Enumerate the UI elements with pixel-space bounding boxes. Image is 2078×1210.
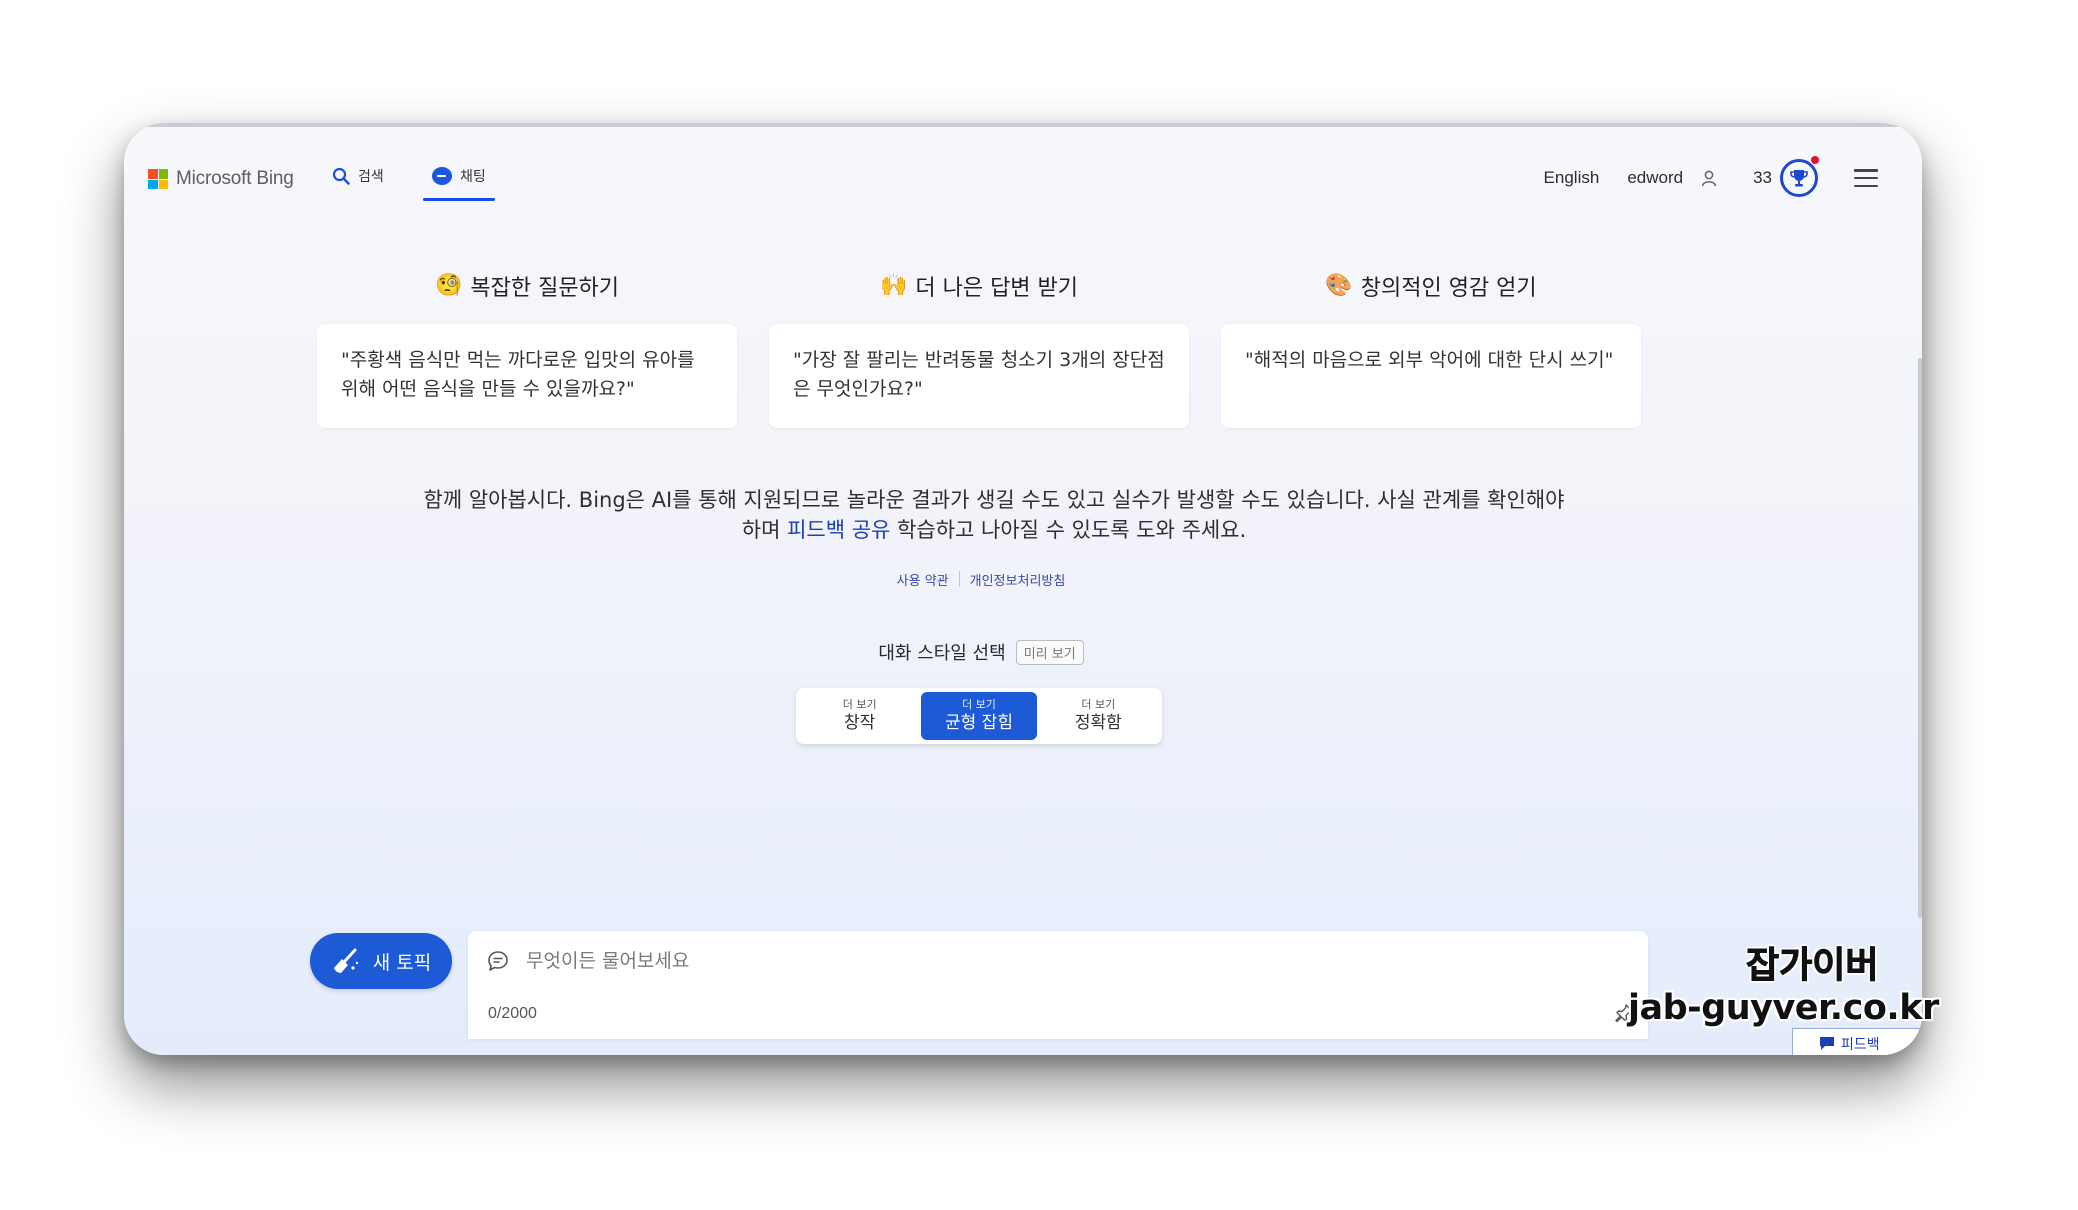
feature-title-text: 복잡한 질문하기 <box>470 276 620 301</box>
rewards-points[interactable]: 33 <box>1753 168 1772 188</box>
policy-links: 사용 약관 개인정보처리방침 <box>124 570 1838 589</box>
feature-creative-inspiration: 🎨 창의적인 영감 얻기 "해적의 마음으로 외부 악어에 대한 단시 쓰기" <box>1221 268 1641 428</box>
watermark-title: 잡가이버 <box>1745 945 1879 987</box>
feedback-label: 피드백 <box>1841 1036 1880 1053</box>
disclaimer-line-1: 함께 알아봅시다. Bing은 AI를 통해 지원되므로 놀라운 결과가 생길 … <box>423 488 1565 512</box>
disclaimer-line-2: 하며 피드백 공유 학습하고 나아질 수 있도록 도와 주세요. <box>344 515 1644 545</box>
active-tab-indicator <box>423 198 495 201</box>
feature-title: 🧐 복잡한 질문하기 <box>317 268 737 304</box>
header-right: English edword 33 <box>1544 156 1878 197</box>
bing-logo[interactable]: Microsoft Bing <box>148 168 294 190</box>
hamburger-menu-icon[interactable] <box>1854 169 1878 187</box>
chat-input[interactable] <box>524 945 1608 977</box>
new-topic-label: 새 토픽 <box>372 951 432 974</box>
preview-badge: 미리 보기 <box>1015 639 1084 665</box>
chat-input-box: 0/2000 <box>468 931 1648 1039</box>
feedback-icon <box>1820 1037 1834 1050</box>
scrollbar[interactable] <box>1918 358 1922 918</box>
monocle-face-icon: 🧐 <box>434 273 463 298</box>
raised-hands-icon: 🙌 <box>879 273 908 298</box>
style-option-balanced[interactable]: 더 보기 균형 잡힘 <box>921 692 1037 740</box>
feedback-tab[interactable]: 피드백 <box>1792 1028 1922 1055</box>
user-icon <box>1701 170 1717 187</box>
watermark-url: jab-guyver.co.kr <box>1628 988 1939 1028</box>
avatar[interactable] <box>1693 162 1725 194</box>
disclaimer-line-2-post: 학습하고 나아질 수 있도록 도와 주세요. <box>890 518 1247 542</box>
language-link[interactable]: English <box>1544 168 1600 188</box>
notification-dot <box>1811 156 1819 164</box>
ai-disclaimer: 함께 알아봅시다. Bing은 AI를 통해 지원되므로 놀라운 결과가 생길 … <box>344 485 1644 545</box>
style-option-sub: 더 보기 <box>962 698 996 711</box>
style-option-creative[interactable]: 더 보기 창작 <box>802 692 917 740</box>
feature-title: 🎨 창의적인 영감 얻기 <box>1221 268 1641 304</box>
disclaimer-line-2-pre: 하며 <box>741 518 788 542</box>
logo-text: Microsoft Bing <box>176 168 294 189</box>
search-icon <box>332 167 350 185</box>
feature-complex-questions: 🧐 복잡한 질문하기 "주황색 음식만 먹는 까다로운 입맛의 유아를 위해 어… <box>317 268 737 428</box>
share-feedback-link[interactable]: 피드백 공유 <box>787 518 890 542</box>
example-prompt-card[interactable]: "해적의 마음으로 외부 악어에 대한 단시 쓰기" <box>1221 324 1641 428</box>
style-option-label: 정확함 <box>1074 713 1122 733</box>
feature-better-answers: 🙌 더 나은 답변 받기 "가장 잘 팔리는 반려동물 청소기 3개의 장단점은… <box>769 268 1189 428</box>
style-option-precise[interactable]: 더 보기 정확함 <box>1041 692 1156 740</box>
style-option-sub: 더 보기 <box>1081 698 1116 711</box>
character-counter: 0/2000 <box>488 1005 537 1022</box>
conversation-style-header: 대화 스타일 선택 미리 보기 <box>124 639 1838 665</box>
feature-title: 🙌 더 나은 답변 받기 <box>769 268 1189 304</box>
style-option-sub: 더 보기 <box>842 698 877 711</box>
new-topic-button[interactable]: 새 토픽 <box>310 933 452 989</box>
style-option-label: 창작 <box>844 713 876 733</box>
tab-search-label: 검색 <box>358 169 384 185</box>
chat-bubble-outline-icon <box>488 951 508 971</box>
privacy-policy-link[interactable]: 개인정보처리방침 <box>960 570 1076 589</box>
conversation-style-label: 대화 스타일 선택 <box>878 643 1006 664</box>
trophy-icon <box>1790 170 1808 187</box>
feature-title-text: 창의적인 영감 얻기 <box>1360 276 1537 301</box>
example-prompt-card[interactable]: "가장 잘 팔리는 반려동물 청소기 3개의 장단점은 무엇인가요?" <box>769 324 1189 428</box>
feature-title-text: 더 나은 답변 받기 <box>915 276 1079 301</box>
chat-icon <box>432 167 452 185</box>
tab-chat[interactable]: 채팅 <box>432 166 486 186</box>
style-option-label: 균형 잡힘 <box>945 713 1013 733</box>
rewards-trophy-icon[interactable] <box>1780 156 1819 197</box>
conversation-style-picker: 더 보기 창작 더 보기 균형 잡힘 더 보기 정확함 <box>796 688 1162 744</box>
example-prompt-card[interactable]: "주황색 음식만 먹는 까다로운 입맛의 유아를 위해 어떤 음식을 만들 수 … <box>317 324 737 428</box>
microsoft-logo-icon <box>148 169 168 189</box>
username[interactable]: edword <box>1627 168 1683 188</box>
screenshot-stage: Microsoft Bing 검색 채팅 English edword 33 🧐… <box>0 0 2078 1210</box>
tab-chat-label: 채팅 <box>460 169 486 185</box>
terms-of-use-link[interactable]: 사용 약관 <box>887 570 959 589</box>
palette-icon: 🎨 <box>1325 273 1353 298</box>
browser-window: Microsoft Bing 검색 채팅 English edword 33 🧐… <box>124 123 1922 1055</box>
broom-icon <box>333 948 358 973</box>
tab-search[interactable]: 검색 <box>332 166 384 186</box>
